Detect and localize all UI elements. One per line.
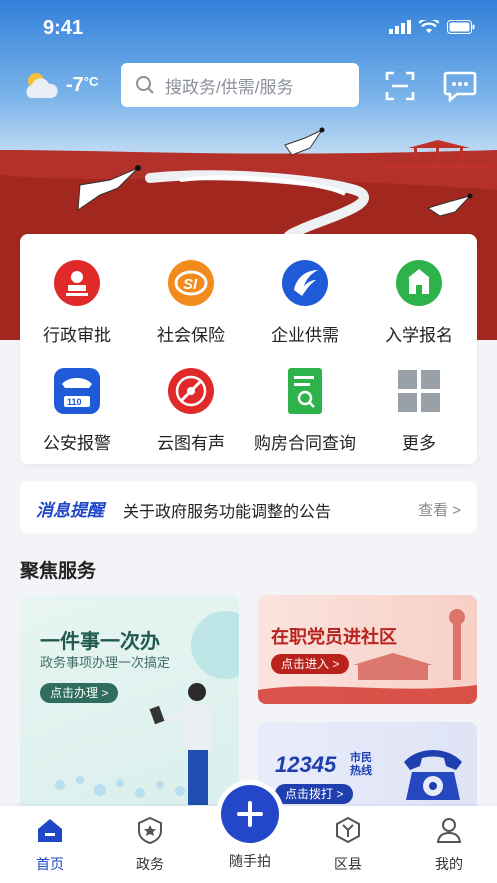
contract-search-icon: [288, 368, 322, 414]
service-label: 更多: [402, 434, 436, 453]
user-icon: [436, 818, 462, 843]
hotline-call-button[interactable]: 点击拨打 >: [275, 784, 354, 804]
status-bar: 9:41: [0, 0, 497, 56]
system-indicators: [389, 20, 475, 34]
search-input[interactable]: 搜政务/供需/服务: [121, 63, 359, 107]
approval-stamp-icon: [54, 260, 100, 306]
service-school-enroll[interactable]: 入学报名: [362, 260, 476, 346]
notice-view-link[interactable]: 查看 >: [418, 499, 461, 520]
one-stop-card[interactable]: 一件事一次办 政务事项办理一次搞定 点击办理 >: [20, 595, 239, 815]
status-time: 9:41: [43, 17, 84, 39]
service-contract-search[interactable]: 购房合同查询: [248, 368, 362, 454]
section-title: 聚焦服务: [20, 561, 97, 582]
service-social-insurance[interactable]: SI 社会保险: [134, 260, 248, 346]
scan-button[interactable]: [384, 70, 416, 102]
search-placeholder: 搜政务/供需/服务: [165, 77, 294, 97]
tab-profile[interactable]: 我的: [409, 816, 489, 874]
more-grid-icon: [398, 370, 440, 412]
service-more[interactable]: 更多: [362, 368, 476, 454]
service-label: 入学报名: [385, 326, 453, 345]
tab-district[interactable]: 区县: [308, 816, 388, 874]
party-member-card[interactable]: 在职党员进社区 点击进入 >: [258, 595, 477, 704]
social-insurance-icon: SI: [168, 260, 214, 306]
tab-government[interactable]: 政务: [110, 816, 190, 874]
hotline-number: 12345: [275, 752, 337, 777]
party-illustration: [258, 609, 477, 704]
government-star-icon: [138, 816, 162, 845]
plus-icon: [237, 801, 263, 827]
one-stop-subtitle: 政务事项办理一次搞定: [40, 655, 171, 670]
search-icon: [136, 76, 154, 94]
cloud-audio-icon: [168, 368, 214, 414]
svg-text:SI: SI: [183, 276, 198, 293]
temperature: -7°C: [66, 73, 99, 96]
party-member-button[interactable]: 点击进入 >: [271, 654, 350, 674]
one-stop-button[interactable]: 点击办理 >: [40, 683, 119, 703]
battery-icon: [447, 20, 475, 34]
snapshot-fab-button[interactable]: [221, 785, 279, 843]
service-cloud-audio[interactable]: 云图有声: [134, 368, 248, 454]
hotline-caption: 市民 热线: [350, 752, 372, 777]
service-enterprise[interactable]: 企业供需: [248, 260, 362, 346]
services-grid: 行政审批 SI 社会保险 企业供需 入学报名 110 公安报警 云图有声 购房合…: [20, 234, 477, 464]
scan-icon: [385, 71, 415, 101]
home-icon: [38, 819, 62, 842]
message-icon: [443, 71, 477, 103]
service-label: 云图有声: [157, 434, 225, 453]
police-110-icon: 110: [54, 368, 100, 414]
message-button[interactable]: [443, 70, 477, 103]
service-label: 社会保险: [157, 326, 225, 345]
party-member-title: 在职党员进社区: [271, 627, 397, 647]
top-bar: -7°C 搜政务/供需/服务: [0, 62, 497, 110]
tab-snapshot-label[interactable]: 随手拍: [210, 851, 290, 871]
district-icon: [336, 816, 360, 844]
svg-text:110: 110: [67, 397, 82, 407]
notice-text: 关于政府服务功能调整的公告: [123, 504, 332, 521]
one-stop-title: 一件事一次办: [40, 631, 160, 653]
wifi-icon: [419, 20, 439, 33]
weather-widget[interactable]: -7°C: [22, 70, 98, 100]
service-label: 公安报警: [43, 434, 111, 453]
notice-bar[interactable]: 消息提醒 关于政府服务功能调整的公告 查看 >: [20, 481, 477, 533]
enterprise-wing-icon: [282, 260, 328, 306]
service-label: 企业供需: [271, 326, 339, 345]
tab-home[interactable]: 首页: [10, 816, 90, 874]
cloud-sun-icon: [26, 73, 58, 98]
signal-icon: [389, 20, 411, 34]
service-police[interactable]: 110 公安报警: [20, 368, 134, 454]
telephone-icon: [404, 750, 462, 800]
service-approval[interactable]: 行政审批: [20, 260, 134, 346]
service-label: 行政审批: [43, 326, 111, 345]
service-label: 购房合同查询: [254, 434, 356, 453]
notice-tag: 消息提醒: [36, 501, 104, 520]
school-enroll-icon: [396, 260, 442, 306]
